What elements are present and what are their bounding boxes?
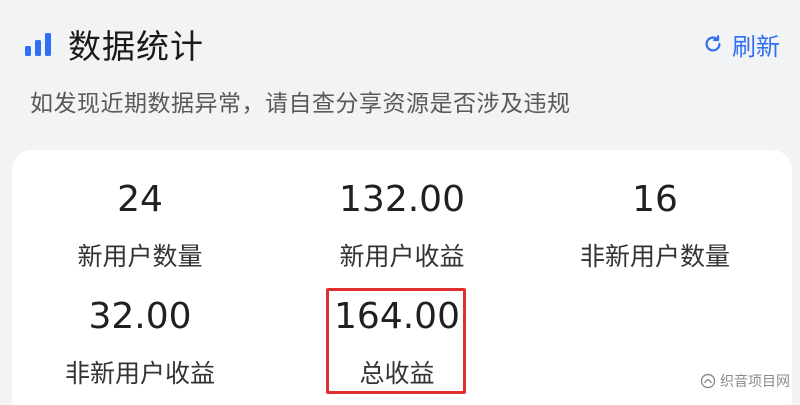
stat-new-user-count: 24 新用户数量 xyxy=(30,178,250,274)
stat-label: 新用户数量 xyxy=(77,242,203,271)
stat-new-user-earnings: 132.00 新用户收益 xyxy=(292,178,512,274)
refresh-label: 刷新 xyxy=(732,32,780,61)
stat-value: 32.00 xyxy=(88,296,192,337)
stat-label: 非新用户收益 xyxy=(64,359,215,388)
header: 数据统计 刷新 xyxy=(24,20,780,68)
title-wrap: 数据统计 xyxy=(24,20,204,68)
stat-value: 24 xyxy=(117,179,163,220)
stat-value: 132.00 xyxy=(339,179,465,220)
stat-returning-user-earnings: 32.00 非新用户收益 xyxy=(30,295,250,391)
highlight-annotation-box xyxy=(326,288,466,394)
watermark-logo-icon xyxy=(700,373,716,389)
watermark-text: 织音项目网 xyxy=(720,374,790,390)
stat-returning-user-count: 16 非新用户数量 xyxy=(545,178,765,274)
bar-chart-icon xyxy=(25,33,51,56)
notice-text: 如发现近期数据异常，请自查分享资源是否涉及违规 xyxy=(30,91,571,117)
refresh-button[interactable]: 刷新 xyxy=(702,27,780,62)
stat-label: 新用户收益 xyxy=(339,242,465,271)
stat-value: 16 xyxy=(632,179,678,220)
watermark: 织音项目网 xyxy=(700,371,790,391)
refresh-icon xyxy=(705,35,721,52)
page-title: 数据统计 xyxy=(68,27,204,66)
data-statistics-page: 数据统计 刷新 如发现近期数据异常，请自查分享资源是否涉及违规 24 新用户数量… xyxy=(0,0,800,405)
stat-label: 非新用户数量 xyxy=(579,242,730,271)
